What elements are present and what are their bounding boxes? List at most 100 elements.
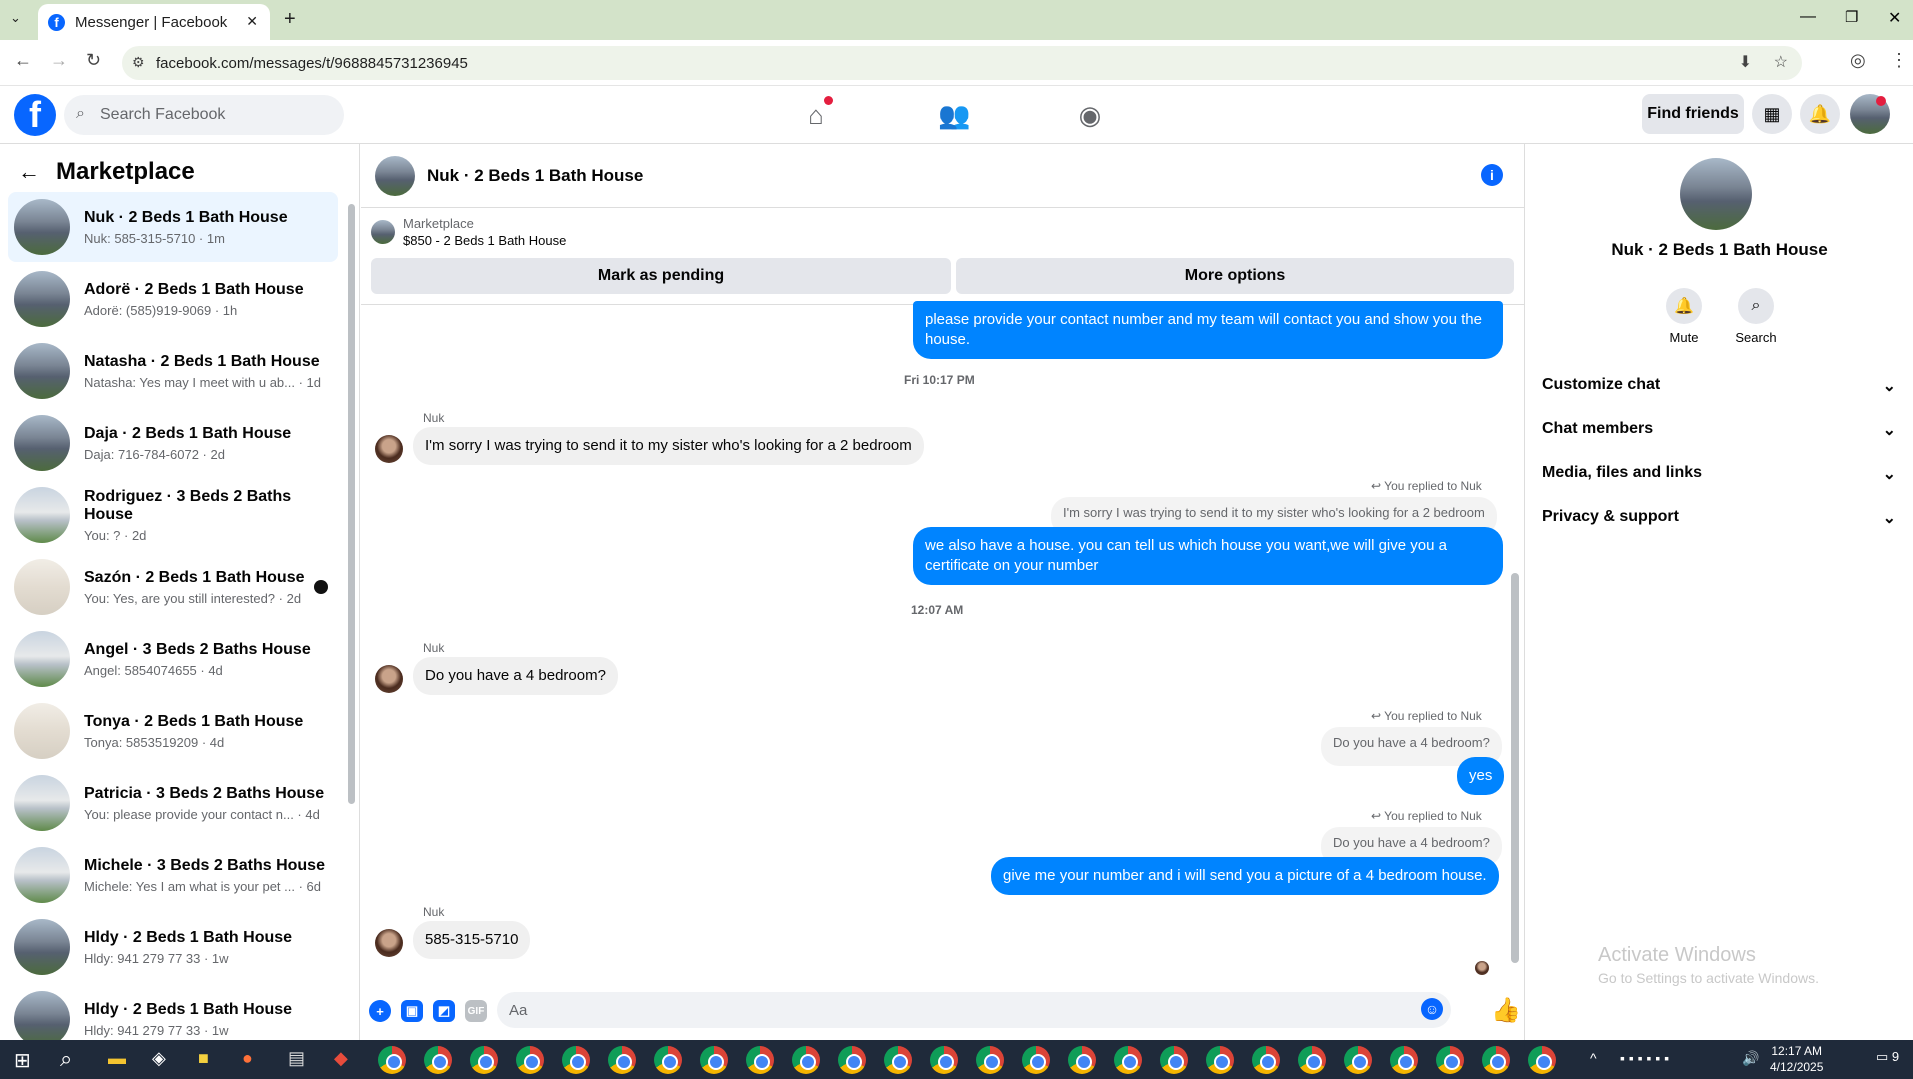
sender-avatar[interactable] xyxy=(375,665,403,693)
tray-icons[interactable]: ▪ ▪ ▪ ▪ ▪ ▪ xyxy=(1620,1050,1669,1066)
conversation-item[interactable]: Daja · 2 Beds 1 Bath House Daja: 716-784-… xyxy=(8,408,338,478)
outgoing-message[interactable]: yes xyxy=(1457,757,1505,795)
mark-as-pending-button[interactable]: Mark as pending xyxy=(371,258,951,294)
search-conversation-button[interactable]: ⌕ Search xyxy=(1728,288,1784,345)
notepad-icon[interactable]: ▤ xyxy=(288,1048,305,1069)
new-tab-icon[interactable]: + xyxy=(284,8,296,31)
minimize-icon[interactable]: — xyxy=(1800,8,1816,26)
chat-members-row[interactable]: Chat members ⌄ xyxy=(1542,420,1896,440)
conversation-item[interactable]: Hldy · 2 Beds 1 Bath House Hldy: 941 279 … xyxy=(8,912,338,982)
tab-search-icon[interactable]: ⌄ xyxy=(10,10,21,26)
window-close-icon[interactable]: ✕ xyxy=(1888,8,1901,28)
chrome-icon[interactable] xyxy=(1298,1046,1326,1074)
message-input[interactable]: Aa ☺ xyxy=(497,992,1451,1028)
back-arrow-icon[interactable]: ← xyxy=(18,159,40,185)
marketplace-listing-info[interactable]: Marketplace $850 - 2 Beds 1 Bath House xyxy=(371,216,566,248)
incoming-message[interactable]: I'm sorry I was trying to send it to my … xyxy=(413,427,924,465)
chrome-icon[interactable] xyxy=(654,1046,682,1074)
facebook-search-input[interactable]: ⌕ Search Facebook xyxy=(64,95,344,135)
emoji-icon[interactable]: ☺ xyxy=(1421,998,1443,1020)
chrome-icon[interactable] xyxy=(1482,1046,1510,1074)
chrome-icon[interactable] xyxy=(792,1046,820,1074)
conversation-item[interactable]: Sazón · 2 Beds 1 Bath House You: Yes, are… xyxy=(8,552,338,622)
chrome-icon[interactable] xyxy=(424,1046,452,1074)
chrome-icon[interactable] xyxy=(470,1046,498,1074)
chrome-icon[interactable] xyxy=(1206,1046,1234,1074)
firefox-icon[interactable]: ● xyxy=(242,1048,253,1069)
privacy-support-row[interactable]: Privacy & support ⌄ xyxy=(1542,508,1896,528)
notifications-center-icon[interactable]: ▭ 9 xyxy=(1876,1049,1899,1065)
chat-scrollbar[interactable] xyxy=(1511,573,1519,963)
chat-avatar[interactable] xyxy=(375,155,415,196)
friends-icon[interactable]: 👥 xyxy=(938,100,970,132)
taskbar-search-icon[interactable]: ⌕ xyxy=(60,1046,72,1072)
chrome-icon[interactable] xyxy=(884,1046,912,1074)
chrome-icon[interactable] xyxy=(1436,1046,1464,1074)
system-clock[interactable]: 12:17 AM 4/12/2025 xyxy=(1770,1043,1823,1075)
chrome-icon[interactable] xyxy=(1344,1046,1372,1074)
chrome-icon[interactable] xyxy=(1022,1046,1050,1074)
chrome-icon[interactable] xyxy=(1390,1046,1418,1074)
chrome-icon[interactable] xyxy=(746,1046,774,1074)
app-icon[interactable]: ◈ xyxy=(152,1048,166,1069)
chrome-icon[interactable] xyxy=(378,1046,406,1074)
outgoing-message[interactable]: please provide your contact number and m… xyxy=(913,301,1503,359)
chrome-icon[interactable] xyxy=(1160,1046,1188,1074)
file-explorer-icon[interactable]: ▬ xyxy=(108,1048,126,1069)
details-avatar[interactable] xyxy=(1680,158,1752,230)
outgoing-message[interactable]: give me your number and i will send you … xyxy=(991,857,1499,895)
chrome-icon[interactable] xyxy=(930,1046,958,1074)
sender-avatar[interactable] xyxy=(375,929,403,957)
back-icon[interactable]: ← xyxy=(14,50,32,71)
chrome-icon[interactable] xyxy=(976,1046,1004,1074)
outgoing-message[interactable]: we also have a house. you can tell us wh… xyxy=(913,527,1503,585)
conversation-item[interactable]: Michele · 3 Beds 2 Baths House Michele: Y… xyxy=(8,840,338,910)
close-tab-icon[interactable]: ✕ xyxy=(246,13,258,30)
bookmark-star-icon[interactable]: ☆ xyxy=(1774,52,1788,72)
notifications-bell-icon[interactable]: 🔔 xyxy=(1800,94,1840,134)
groups-icon[interactable]: ◉ xyxy=(1074,100,1106,132)
sticky-notes-icon[interactable]: ■ xyxy=(198,1048,209,1069)
windows-start-icon[interactable]: ⊞ xyxy=(14,1048,31,1073)
chrome-icon[interactable] xyxy=(608,1046,636,1074)
sidebar-scrollbar[interactable] xyxy=(348,204,355,804)
anydesk-icon[interactable]: ◆ xyxy=(334,1048,348,1069)
conversation-item[interactable]: Nuk · 2 Beds 1 Bath House Nuk: 585-315-57… xyxy=(8,192,338,262)
incoming-message[interactable]: 585-315-5710 xyxy=(413,921,531,959)
chrome-icon[interactable] xyxy=(1252,1046,1280,1074)
conversation-item[interactable]: Angel · 3 Beds 2 Baths House Angel: 58540… xyxy=(8,624,338,694)
conversation-item[interactable]: Tonya · 2 Beds 1 Bath House Tonya: 585351… xyxy=(8,696,338,766)
find-friends-button[interactable]: Find friends xyxy=(1642,94,1744,134)
conversation-item[interactable]: Natasha · 2 Beds 1 Bath House Natasha: Ye… xyxy=(8,336,338,406)
add-icon[interactable]: + xyxy=(369,1000,391,1022)
facebook-logo-icon[interactable]: f xyxy=(14,94,56,136)
gif-icon[interactable]: GIF xyxy=(465,1000,487,1022)
install-app-icon[interactable]: ⬇ xyxy=(1739,52,1752,72)
restore-icon[interactable]: ❐ xyxy=(1845,8,1858,26)
thumbs-up-icon[interactable]: 👍 xyxy=(1491,996,1521,1025)
forward-icon[interactable]: → xyxy=(50,50,68,71)
home-icon[interactable]: ⌂ xyxy=(800,96,833,132)
conversation-item[interactable]: Adorë · 2 Beds 1 Bath House Adorë: (585)9… xyxy=(8,264,338,334)
conversation-item[interactable]: Patricia · 3 Beds 2 Baths House You: plea… xyxy=(8,768,338,838)
chat-title[interactable]: Nuk · 2 Beds 1 Bath House xyxy=(427,166,643,186)
profile-icon[interactable]: ◎ xyxy=(1850,50,1866,71)
chrome-icon[interactable] xyxy=(562,1046,590,1074)
chrome-icon[interactable] xyxy=(516,1046,544,1074)
chrome-icon[interactable] xyxy=(1528,1046,1556,1074)
chrome-icon[interactable] xyxy=(700,1046,728,1074)
sender-avatar[interactable] xyxy=(375,435,403,463)
more-options-button[interactable]: More options xyxy=(956,258,1514,294)
sticker-icon[interactable]: ◩ xyxy=(433,1000,455,1022)
conversation-item[interactable]: Rodriguez · 3 Beds 2 Baths House You: ? ·… xyxy=(8,480,338,550)
reload-icon[interactable]: ↻ xyxy=(86,50,101,71)
chrome-icon[interactable] xyxy=(838,1046,866,1074)
media-files-links-row[interactable]: Media, files and links ⌄ xyxy=(1542,464,1896,484)
browser-tab[interactable]: f Messenger | Facebook ✕ xyxy=(38,4,270,40)
chrome-icon[interactable] xyxy=(1114,1046,1142,1074)
mute-button[interactable]: 🔔 Mute xyxy=(1656,288,1712,345)
site-info-icon[interactable]: ⚙ xyxy=(132,54,145,71)
customize-chat-row[interactable]: Customize chat ⌄ xyxy=(1542,376,1896,396)
volume-icon[interactable]: 🔊 xyxy=(1742,1050,1759,1067)
info-icon[interactable]: i xyxy=(1481,164,1503,186)
